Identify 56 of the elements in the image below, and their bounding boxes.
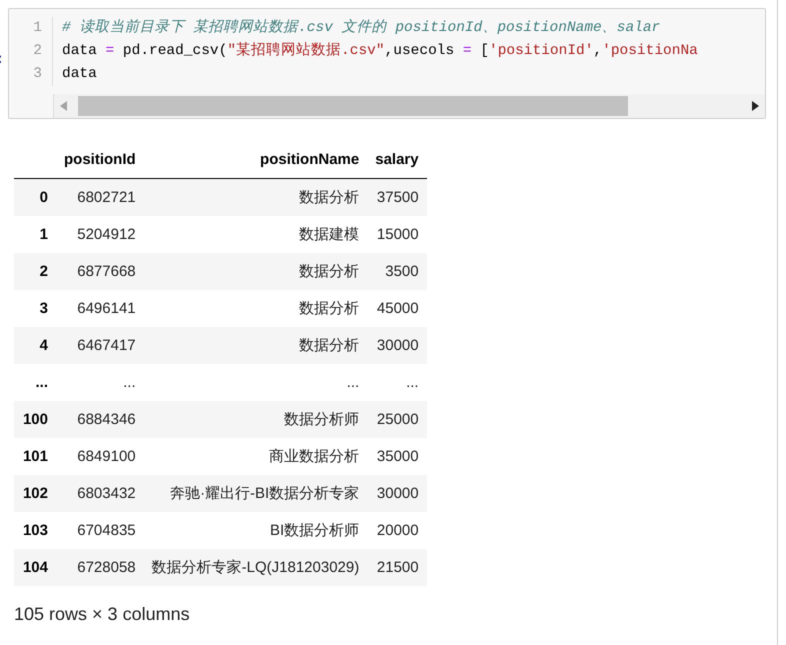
row-index: 103 — [14, 512, 56, 549]
row-index: 1 — [14, 216, 56, 253]
table-cell: 奔驰·耀出行-BI数据分析专家 — [144, 475, 368, 512]
table-cell: 6704835 — [56, 512, 144, 549]
table-cell: 6877668 — [56, 253, 144, 290]
line-number: 1 — [33, 19, 42, 38]
table-cell: 数据分析 — [144, 253, 368, 290]
table-cell: 5204912 — [56, 216, 144, 253]
table-cell: 6728058 — [56, 549, 144, 586]
table-cell: 6884346 — [56, 401, 144, 438]
table-cell: 数据分析 — [144, 290, 368, 327]
table-cell: ... — [144, 364, 368, 401]
code-line: # 读取当前目录下 某招聘网站数据.csv 文件的 positionId、positionName、salar — [62, 18, 662, 38]
code-line: data — [62, 65, 98, 84]
row-index: 102 — [14, 475, 56, 512]
table-cell: 6496141 — [56, 290, 144, 327]
table-cell: ... — [56, 364, 144, 401]
table-cell: 6849100 — [56, 438, 144, 475]
table-cell: 21500 — [367, 549, 427, 586]
row-index: 101 — [14, 438, 56, 475]
table-cell: 数据分析专家-LQ(J181203029) — [144, 549, 368, 586]
row-index: 3 — [14, 290, 56, 327]
table-cell: 45000 — [367, 290, 427, 327]
table-cell: BI数据分析师 — [144, 512, 368, 549]
line-number: 2 — [33, 42, 42, 61]
table-cell: 20000 — [367, 512, 427, 549]
table-cell: 6802721 — [56, 178, 144, 216]
table-cell: 商业数据分析 — [144, 438, 368, 475]
scroll-right-icon[interactable] — [751, 101, 759, 111]
row-index: 100 — [14, 401, 56, 438]
table-cell: 数据分析师 — [144, 401, 368, 438]
table-shape-text: 105 rows × 3 columns — [14, 604, 190, 625]
table-cell: 30000 — [367, 327, 427, 364]
table-cell: 6467417 — [56, 327, 144, 364]
horizontal-scrollbar[interactable] — [53, 94, 765, 118]
line-number: 3 — [33, 65, 42, 84]
row-index: 104 — [14, 549, 56, 586]
row-index: 0 — [14, 178, 56, 216]
table-cell: 37500 — [367, 178, 427, 216]
row-index: 2 — [14, 253, 56, 290]
code-cell[interactable]: 1 2 3 # 读取当前目录下 某招聘网站数据.csv 文件的 positionId、positionName、salar data = pd.read_csv("某招聘网站数据.csv",usecols = ['positionId','positionNa data — [8, 8, 766, 119]
table-cell: 35000 — [367, 438, 427, 475]
table-cell: 25000 — [367, 401, 427, 438]
table-cell: 6803432 — [56, 475, 144, 512]
table-cell: 15000 — [367, 216, 427, 253]
table-cell: 数据分析 — [144, 178, 368, 216]
scrollbar-thumb[interactable] — [78, 96, 628, 116]
row-index: 4 — [14, 327, 56, 364]
table-cell: 3500 — [367, 253, 427, 290]
table-cell: ... — [367, 364, 427, 401]
table-cell: 数据分析 — [144, 327, 368, 364]
table-cell: 数据建模 — [144, 216, 368, 253]
code-line: data = pd.read_csv("某招聘网站数据.csv",usecols = ['positionId','positionNa — [62, 41, 699, 61]
table-cell: 30000 — [367, 475, 427, 512]
row-index: ... — [14, 364, 56, 401]
scroll-left-icon[interactable] — [60, 101, 68, 111]
